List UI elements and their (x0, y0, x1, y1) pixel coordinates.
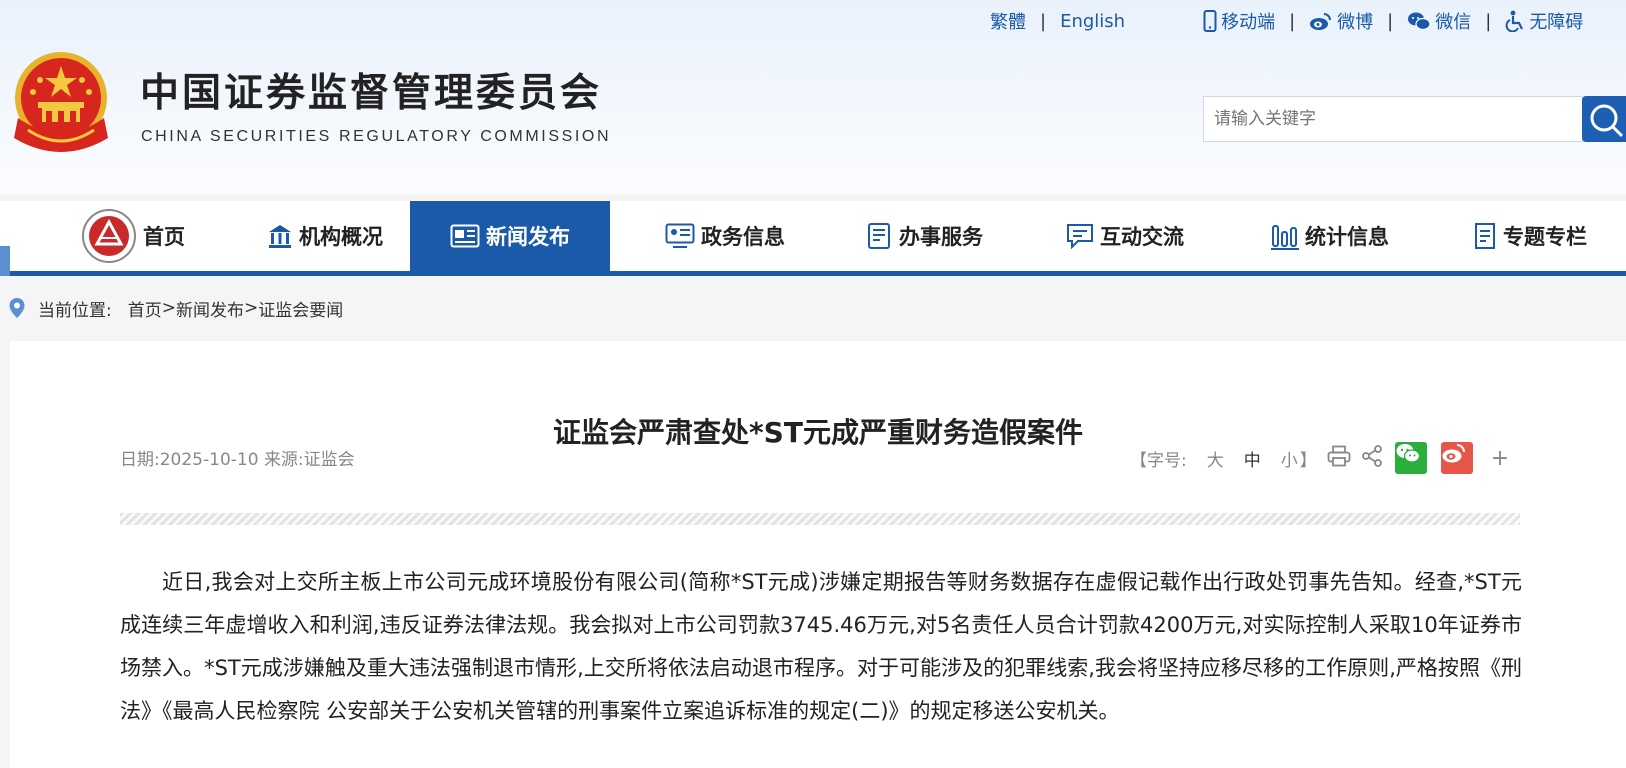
english-link[interactable]: English (1060, 11, 1125, 32)
share-wechat-button[interactable] (1394, 442, 1427, 474)
breadcrumb-separator: > (161, 298, 176, 318)
accessibility-link-label: 无障碍 (1529, 12, 1584, 33)
accessibility-link[interactable]: 无障碍 (1505, 8, 1583, 34)
wechat-link[interactable]: 微信 (1407, 8, 1471, 34)
nav-label: 新闻发布 (486, 225, 570, 249)
share-icon (1361, 444, 1382, 467)
font-size-small[interactable]: 小 (1281, 446, 1298, 471)
print-button[interactable] (1327, 445, 1351, 472)
news-icon (450, 224, 480, 248)
nav-item-topics[interactable]: 专题专栏 (1450, 201, 1610, 271)
nav-item-interaction[interactable]: 互动交流 (1045, 201, 1205, 271)
nav-item-home[interactable]: 首页 (58, 201, 208, 271)
weibo-icon (1442, 444, 1465, 463)
csrc-logo-icon (82, 209, 136, 263)
breadcrumb-separator: > (243, 298, 259, 318)
weibo-link-label: 微博 (1337, 12, 1374, 33)
nav-label: 政务信息 (701, 225, 785, 249)
wechat-icon (1396, 444, 1420, 463)
government-info-icon (665, 223, 695, 248)
site-header: 繁體 | English 移动端 | 微博 | 微信 | 无障碍 中国证券监督管… (0, 0, 1626, 194)
mobile-link-label: 移动端 (1221, 12, 1276, 33)
font-size-medium[interactable]: 中 (1244, 446, 1261, 471)
nav-label: 互动交流 (1100, 225, 1184, 249)
institution-icon (269, 225, 291, 248)
chat-icon (1067, 224, 1093, 249)
wechat-link-label: 微信 (1435, 12, 1472, 33)
article-meta: 日期:2025-10-10 来源:证监会 (120, 445, 355, 470)
article-divider (120, 513, 1520, 525)
site-title-en: CHINA SECURITIES REGULATORY COMMISSION (141, 128, 612, 145)
breadcrumb-news[interactable]: 新闻发布 (176, 296, 244, 321)
nav-item-statistics[interactable]: 统计信息 (1250, 201, 1410, 271)
search-box (1203, 96, 1584, 142)
location-pin-icon (9, 298, 25, 318)
topic-icon (1475, 223, 1495, 249)
nav-label: 办事服务 (899, 225, 983, 249)
site-title-cn[interactable]: 中国证券监督管理委员会 (140, 62, 602, 118)
nav-item-institution[interactable]: 机构概况 (245, 201, 405, 271)
weibo-link[interactable]: 微博 (1309, 8, 1373, 34)
search-icon (1590, 104, 1624, 138)
font-size-large[interactable]: 大 (1207, 446, 1224, 471)
top-links: 繁體 | English 移动端 | 微博 | 微信 | 无障碍 (990, 8, 1583, 34)
font-size-close: 】 (1299, 450, 1317, 471)
main-nav: 首页 机构概况 新闻发布 政务信息 办事服务 互动交流 统计信息 专题专栏 (0, 201, 1626, 276)
print-icon (1327, 445, 1351, 466)
article-body: 近日,我会对上交所主板上市公司元成环境股份有限公司(简称*ST元成)涉嫌定期报告… (120, 570, 1522, 723)
article-date: 2025-10-10 (159, 450, 259, 470)
nav-left-strip (0, 246, 10, 276)
national-emblem-icon[interactable] (8, 48, 114, 162)
nav-label: 统计信息 (1305, 225, 1389, 249)
share-weibo-button[interactable] (1440, 442, 1473, 474)
search-button[interactable] (1582, 96, 1626, 142)
article-container: 证监会严肃查处*ST元成严重财务造假案件 日期:2025-10-10 来源:证监… (10, 341, 1626, 768)
nav-item-news[interactable]: 新闻发布 (410, 201, 610, 271)
breadcrumb-label: 当前位置: (38, 300, 112, 321)
wechat-icon (1408, 12, 1431, 31)
breadcrumb: 当前位置: 首页 > 新闻发布 > 证监会要闻 (8, 292, 343, 324)
source-label: 来源: (263, 450, 304, 470)
traditional-chinese-link[interactable]: 繁體 (990, 8, 1026, 34)
nav-label: 首页 (143, 225, 185, 249)
statistics-icon (1271, 225, 1299, 250)
weibo-icon (1310, 13, 1332, 30)
nav-label: 专题专栏 (1503, 225, 1587, 249)
font-size-label: 【字号: (1130, 450, 1187, 471)
breadcrumb-csrc-news[interactable]: 证监会要闻 (258, 296, 343, 321)
accessibility-icon (1505, 10, 1524, 32)
mobile-link[interactable]: 移动端 (1203, 8, 1275, 34)
nav-item-government-info[interactable]: 政务信息 (645, 201, 805, 271)
service-icon (868, 223, 890, 249)
article-tools: 【字号: 大 中 小 】 + (1130, 441, 1509, 475)
share-button[interactable] (1361, 444, 1383, 472)
search-input[interactable] (1204, 97, 1584, 141)
date-label: 日期: (120, 450, 160, 470)
nav-item-service[interactable]: 办事服务 (845, 201, 1005, 271)
mobile-phone-icon (1203, 10, 1217, 32)
more-share-button[interactable]: + (1491, 446, 1509, 471)
article-source: 证监会 (303, 450, 355, 470)
nav-label: 机构概况 (299, 225, 383, 249)
breadcrumb-home[interactable]: 首页 (128, 296, 162, 321)
top-link-separator: | (1040, 10, 1047, 32)
